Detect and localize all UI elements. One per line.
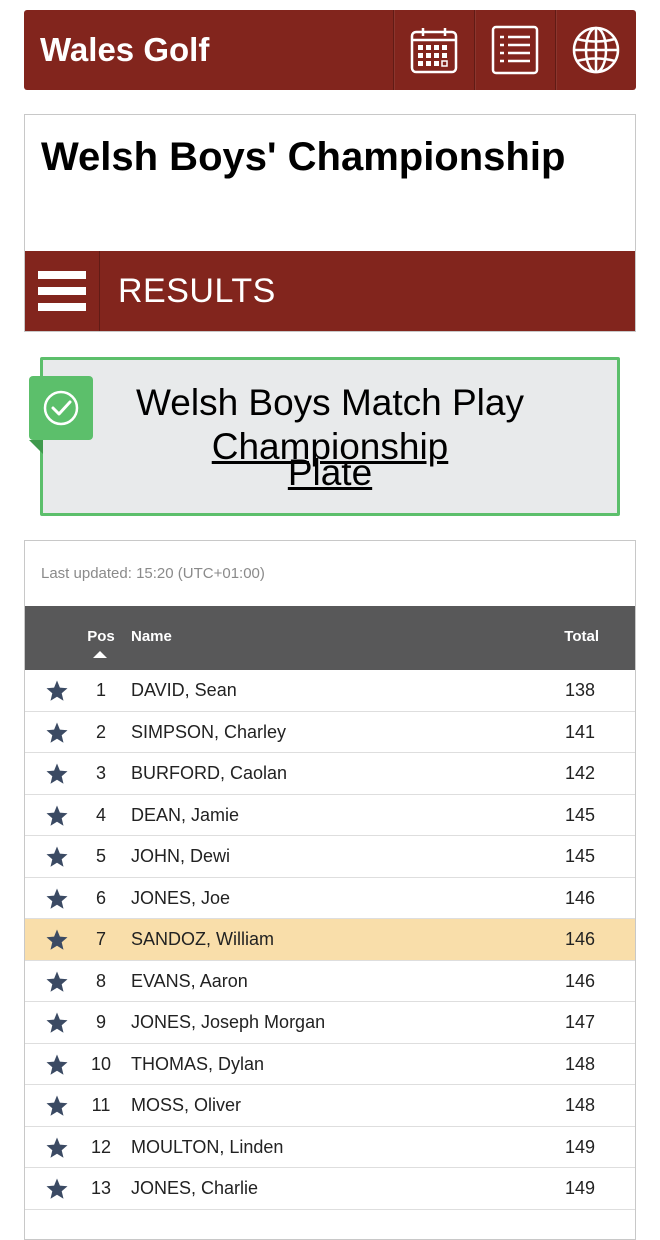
- row-total: 146: [564, 970, 595, 991]
- event-selector[interactable]: Welsh Boys Match Play Championship Plate: [29, 357, 620, 516]
- row-total: 142: [564, 763, 595, 783]
- star-icon[interactable]: [45, 1011, 69, 1035]
- row-pos: 11: [91, 1095, 111, 1115]
- row-name: DEAN, Jamie: [131, 804, 240, 825]
- row-name: THOMAS, Dylan: [131, 1053, 265, 1074]
- star-icon[interactable]: [45, 1177, 69, 1201]
- last-updated: Last updated: 15:20 (UTC+01:00): [41, 565, 265, 582]
- star-icon[interactable]: [45, 762, 69, 786]
- table-header: Pos Name Total: [25, 606, 635, 670]
- row-pos: 4: [95, 804, 106, 825]
- row-pos: 3: [95, 763, 106, 783]
- row-total: 146: [564, 929, 595, 949]
- star-icon[interactable]: [45, 887, 69, 911]
- championship-card: Welsh Boys' Championship RESULTS: [24, 114, 636, 332]
- hamburger-icon-line: [38, 287, 86, 295]
- event-link-plate[interactable]: Plate: [43, 452, 617, 494]
- calendar-button[interactable]: [393, 10, 474, 90]
- row-pos: 12: [90, 1136, 112, 1157]
- star-icon[interactable]: [45, 1053, 69, 1077]
- row-total: 149: [564, 1178, 595, 1198]
- star-icon[interactable]: [45, 970, 69, 994]
- row-total: 148: [564, 1095, 595, 1115]
- row-pos: 1: [95, 680, 106, 700]
- app-header: Wales Golf: [24, 10, 636, 90]
- table-row[interactable]: 4 DEAN, Jamie 145: [25, 795, 635, 836]
- row-pos: 6: [95, 887, 106, 908]
- globe-icon: [572, 26, 620, 74]
- row-pos: 7: [95, 929, 106, 949]
- column-total-header[interactable]: Total: [564, 628, 599, 645]
- list-button[interactable]: [474, 10, 555, 90]
- row-total: 141: [564, 721, 595, 742]
- star-icon[interactable]: [45, 845, 69, 869]
- table-row[interactable]: 5 JOHN, Dewi 145: [25, 836, 635, 878]
- table-row[interactable]: 10 THOMAS, Dylan 148: [25, 1044, 635, 1085]
- results-table-card: Last updated: 15:20 (UTC+01:00) Pos Name…: [24, 540, 636, 1240]
- hamburger-icon: [38, 271, 86, 279]
- hamburger-icon-line: [38, 303, 86, 311]
- event-title: Welsh Boys Match Play: [136, 382, 524, 423]
- calendar-icon: [410, 28, 458, 74]
- page-title: Welsh Boys' Championship: [41, 135, 566, 179]
- row-name: SIMPSON, Charley: [131, 721, 287, 742]
- row-pos: 5: [95, 846, 106, 866]
- table-body: 1 DAVID, Sean 138 2 SIMPSON, Charley 141 3 BURF…: [25, 670, 635, 1210]
- star-icon[interactable]: [45, 928, 69, 952]
- row-pos: 10: [90, 1053, 112, 1074]
- row-total: 146: [564, 887, 595, 908]
- row-name: DAVID, Sean: [131, 680, 237, 700]
- table-row[interactable]: 9 JONES, Joseph Morgan 147: [25, 1002, 635, 1044]
- row-name: MOULTON, Linden: [131, 1136, 284, 1157]
- table-row[interactable]: 13 JONES, Charlie 149: [25, 1168, 635, 1210]
- row-total: 147: [564, 1012, 595, 1032]
- row-name: JONES, Charlie: [131, 1178, 259, 1198]
- globe-button[interactable]: [555, 10, 636, 90]
- row-total: 145: [564, 804, 595, 825]
- row-pos: 9: [95, 1012, 106, 1032]
- star-icon[interactable]: [45, 1136, 69, 1160]
- sort-ascending-icon: [93, 651, 107, 658]
- table-row[interactable]: 7 SANDOZ, William 146: [25, 919, 635, 961]
- section-label: RESULTS: [118, 271, 276, 310]
- star-icon[interactable]: [45, 1094, 69, 1118]
- row-pos: 13: [90, 1178, 112, 1198]
- row-name: EVANS, Aaron: [131, 970, 248, 991]
- star-icon[interactable]: [45, 679, 69, 703]
- star-icon[interactable]: [45, 804, 69, 828]
- table-row[interactable]: 11 MOSS, Oliver 148: [25, 1085, 635, 1127]
- table-row[interactable]: 8 EVANS, Aaron 146: [25, 961, 635, 1002]
- row-total: 145: [564, 846, 595, 866]
- row-pos: 2: [95, 721, 106, 742]
- row-name: BURFORD, Caolan: [131, 763, 288, 783]
- row-name: JONES, Joseph Morgan: [131, 1012, 326, 1032]
- table-row[interactable]: 12 MOULTON, Linden 149: [25, 1127, 635, 1168]
- row-name: MOSS, Oliver: [131, 1095, 242, 1115]
- results-section-bar: RESULTS: [25, 251, 635, 331]
- table-row[interactable]: 6 JONES, Joe 146: [25, 878, 635, 919]
- row-total: 149: [564, 1136, 595, 1157]
- column-name-header[interactable]: Name: [131, 628, 172, 645]
- row-total: 138: [564, 680, 595, 700]
- menu-button[interactable]: [25, 251, 100, 331]
- column-pos-header[interactable]: Pos: [86, 628, 116, 645]
- row-name: SANDOZ, William: [131, 929, 274, 949]
- row-name: JOHN, Dewi: [131, 846, 231, 866]
- row-pos: 8: [95, 970, 106, 991]
- brand-logo[interactable]: Wales Golf: [24, 10, 393, 90]
- row-name: JONES, Joe: [131, 887, 231, 908]
- table-row[interactable]: 3 BURFORD, Caolan 142: [25, 753, 635, 795]
- list-icon: [491, 25, 539, 75]
- row-total: 148: [564, 1053, 595, 1074]
- table-row[interactable]: 2 SIMPSON, Charley 141: [25, 712, 635, 753]
- table-row[interactable]: 1 DAVID, Sean 138: [25, 670, 635, 712]
- star-icon[interactable]: [45, 721, 69, 745]
